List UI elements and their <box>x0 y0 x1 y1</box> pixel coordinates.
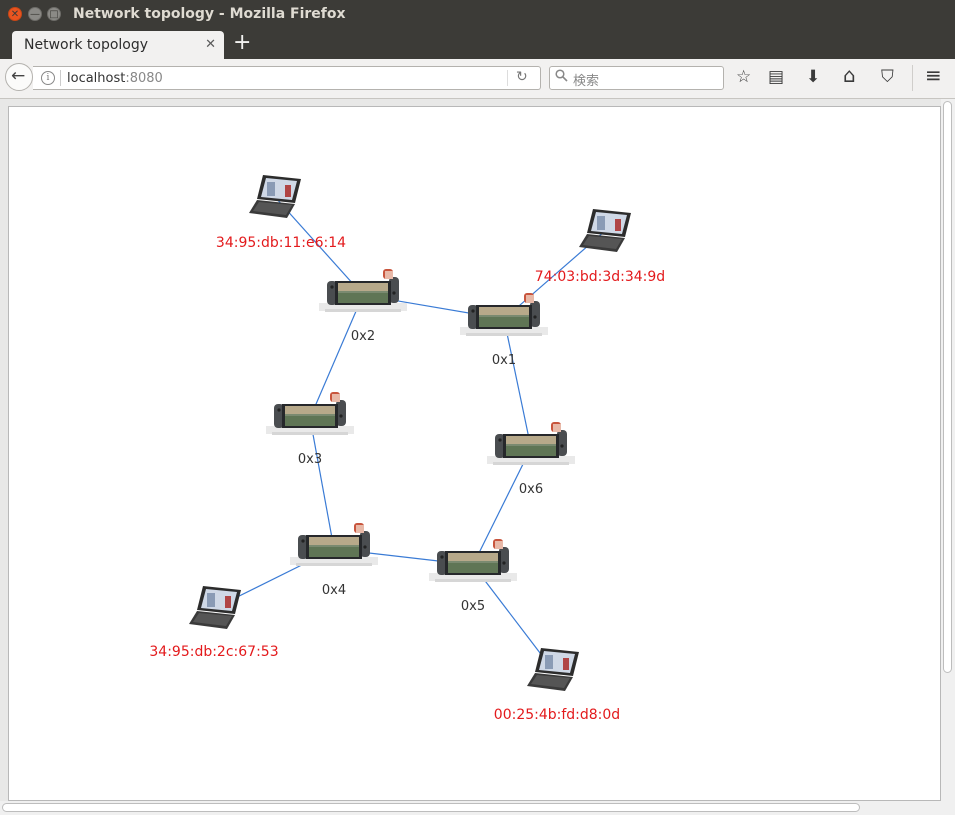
switch-node-0x5[interactable]: 0x5 <box>429 539 517 614</box>
search-input[interactable]: 検索 <box>549 66 724 90</box>
host-mac-label: 34:95:db:2c:67:53 <box>149 644 278 660</box>
switch-label: 0x2 <box>351 329 375 344</box>
vertical-scrollbar[interactable] <box>941 99 955 801</box>
url-text[interactable]: localhost:8080 <box>67 71 163 86</box>
window-minimize-button[interactable]: — <box>28 7 42 21</box>
laptop-icon <box>579 209 631 252</box>
home-icon[interactable]: ⌂ <box>843 65 856 85</box>
laptop-icon <box>527 648 579 691</box>
back-arrow-icon: ← <box>11 66 26 86</box>
tab-strip: Network topology ✕ + <box>0 29 955 59</box>
pocket-icon[interactable]: ⛉ <box>881 67 894 87</box>
reading-list-icon[interactable]: ▤ <box>768 67 784 87</box>
host-mac-label: 74:03:bd:3d:34:9d <box>535 269 665 285</box>
reload-icon[interactable]: ↻ <box>516 69 528 85</box>
switch-label: 0x5 <box>461 599 485 614</box>
host-node[interactable]: 74:03:bd:3d:34:9d <box>535 209 665 285</box>
window-title: Network topology - Mozilla Firefox <box>73 6 346 22</box>
switch-node-0x1[interactable]: 0x1 <box>460 293 548 368</box>
search-icon <box>555 69 568 86</box>
host-mac-label: 34:95:db:11:e6:14 <box>216 235 346 251</box>
search-placeholder: 検索 <box>573 74 600 89</box>
download-icon[interactable]: ⬇ <box>806 67 820 87</box>
url-port: :8080 <box>125 71 163 86</box>
toolbar-separator <box>912 65 913 91</box>
switch-icon <box>460 293 548 336</box>
switch-node-0x3[interactable]: 0x3 <box>266 392 354 467</box>
tab-close-icon[interactable]: ✕ <box>205 37 216 52</box>
switch-label: 0x3 <box>298 452 322 467</box>
switch-node-0x6[interactable]: 0x6 <box>487 422 575 497</box>
url-bar[interactable]: i localhost:8080 ↻ <box>33 66 541 90</box>
new-tab-button[interactable]: + <box>233 31 251 55</box>
bookmark-star-icon[interactable]: ☆ <box>736 67 751 87</box>
page-content: 0x1 0x2 0x3 0x4 0x5 0x6 34:95:db:11:e6:14 74:03… <box>8 106 941 801</box>
laptop-icon <box>249 175 301 218</box>
info-icon[interactable]: i <box>41 71 55 85</box>
switch-icon <box>290 523 378 566</box>
switch-icon <box>266 392 354 435</box>
window-close-button[interactable]: ✕ <box>8 7 22 21</box>
topology-canvas: 0x1 0x2 0x3 0x4 0x5 0x6 34:95:db:11:e6:14 74:03… <box>149 175 665 723</box>
back-button[interactable]: ← <box>5 63 33 91</box>
tab-label: Network topology <box>24 37 149 53</box>
window-titlebar: ✕ — □ Network topology - Mozilla Firefox <box>0 0 955 29</box>
horizontal-scrollbar-thumb[interactable] <box>2 803 860 812</box>
switch-icon <box>319 269 407 312</box>
switch-label: 0x4 <box>322 583 346 598</box>
switch-label: 0x1 <box>492 353 516 368</box>
switch-node-0x4[interactable]: 0x4 <box>290 523 378 598</box>
switch-label: 0x6 <box>519 482 543 497</box>
host-node[interactable]: 34:95:db:2c:67:53 <box>149 586 279 660</box>
node-layer: 0x1 0x2 0x3 0x4 0x5 0x6 34:95:db:11:e6:14 74:03… <box>149 175 665 723</box>
url-separator <box>60 70 61 86</box>
url-host: localhost <box>67 71 126 86</box>
menu-icon[interactable]: ≡ <box>925 65 942 85</box>
switch-link-0x1-0x6 <box>503 318 532 449</box>
tab-network-topology[interactable]: Network topology ✕ <box>12 31 224 59</box>
switch-icon <box>429 539 517 582</box>
navigation-toolbar: i localhost:8080 ↻ ← 検索 ☆ ▤ ⬇ ⌂ ⛉ ≡ <box>0 59 955 99</box>
switch-link-0x3-0x4 <box>309 417 335 550</box>
switch-icon <box>487 422 575 465</box>
url-divider <box>507 70 508 86</box>
host-mac-label: 00:25:4b:fd:d8:0d <box>494 707 620 723</box>
host-node[interactable]: 34:95:db:11:e6:14 <box>216 175 346 251</box>
switch-node-0x2[interactable]: 0x2 <box>319 269 407 344</box>
laptop-icon <box>189 586 241 629</box>
horizontal-scrollbar[interactable] <box>0 801 955 815</box>
vertical-scrollbar-thumb[interactable] <box>943 101 952 673</box>
host-node[interactable]: 00:25:4b:fd:d8:0d <box>494 648 620 723</box>
window-maximize-button[interactable]: □ <box>47 7 61 21</box>
